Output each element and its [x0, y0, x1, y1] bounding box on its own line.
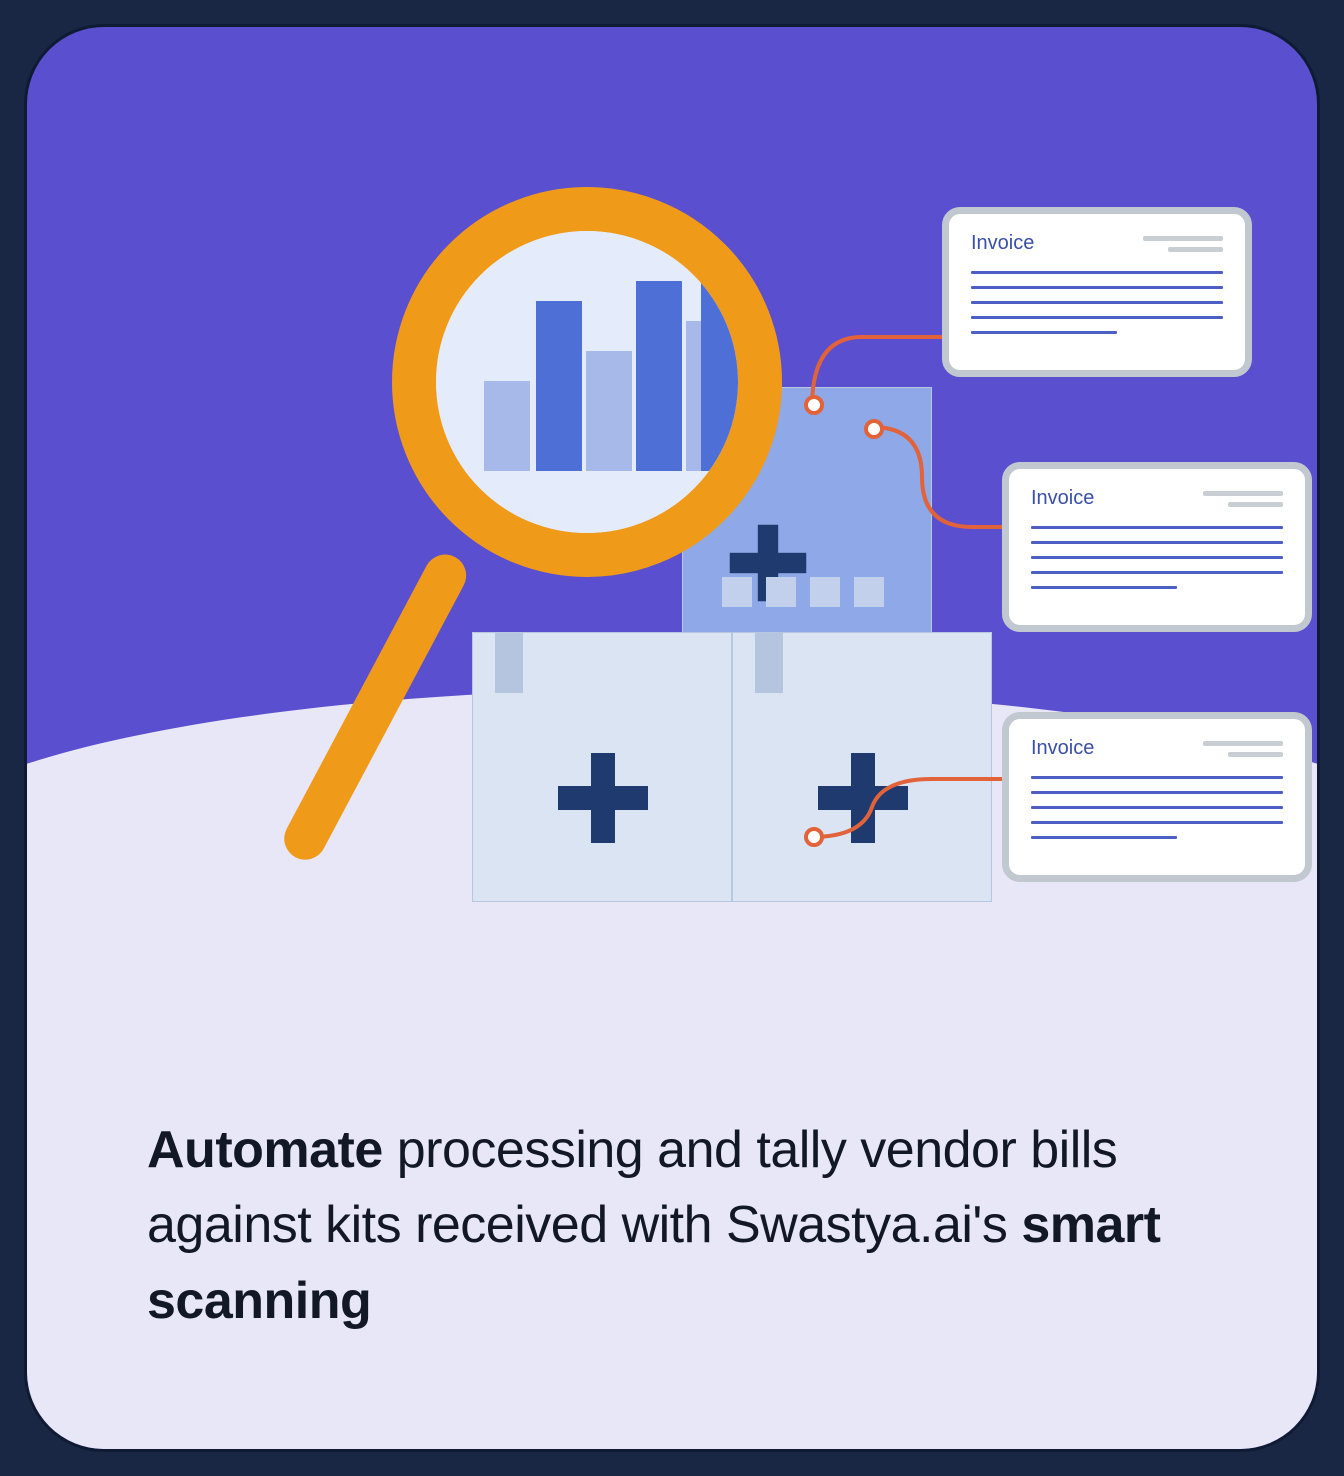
bold-word: Automate: [147, 1121, 383, 1179]
invoice-body-lines-icon: [1031, 526, 1283, 589]
magnifier-lens: [392, 187, 782, 577]
invoice-header-lines-icon: [1203, 741, 1283, 757]
invoice-card: Invoice: [1002, 462, 1312, 632]
invoice-header-lines-icon: [1143, 236, 1223, 252]
magnifier-icon: [352, 197, 772, 877]
feature-card: Invoice Invoice Invoice: [24, 24, 1320, 1452]
invoice-label: Invoice: [1031, 487, 1094, 510]
invoice-card: Invoice: [942, 207, 1252, 377]
feature-description: Automate processing and tally vendor bil…: [147, 1113, 1217, 1339]
connector-line-icon: [802, 767, 1032, 887]
invoice-body-lines-icon: [1031, 776, 1283, 839]
invoice-header-lines-icon: [1203, 491, 1283, 507]
invoice-body-lines-icon: [971, 271, 1223, 334]
magnifier-handle: [277, 547, 474, 867]
invoice-label: Invoice: [971, 232, 1034, 255]
invoice-card: Invoice: [1002, 712, 1312, 882]
bar-chart-icon: [436, 231, 738, 533]
invoice-label: Invoice: [1031, 737, 1094, 760]
illustration-group: Invoice Invoice Invoice: [222, 197, 1122, 957]
